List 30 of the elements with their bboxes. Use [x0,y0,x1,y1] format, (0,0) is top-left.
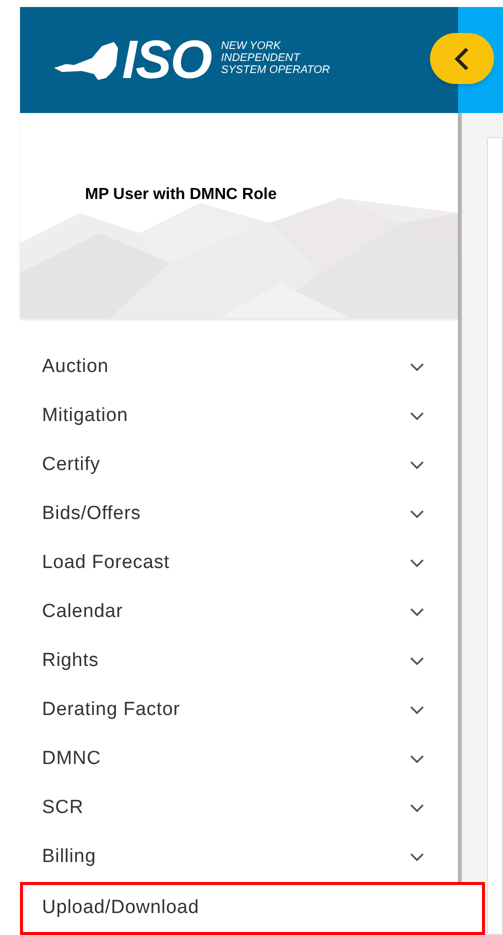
menu-item[interactable]: Bids/Offers [20,490,458,539]
menu-label: Derating Factor [42,698,182,722]
menu-item[interactable]: Calendar [20,588,458,637]
logo-mark: ISO [122,33,211,87]
menu-label: Certify [42,453,102,478]
menu-label: Auction [42,355,110,380]
menu-label: Mitigation [42,404,130,428]
logo-text: SYSTEM OPERATOR [220,64,330,76]
logo-text: NEW YORK [220,40,282,52]
menu-label: Billing [42,845,98,870]
menu-label: DMNC [42,747,102,772]
menu-item[interactable]: Certify [20,441,458,490]
profile-title: MP User with DMNC Role [85,185,277,205]
menu-item[interactable]: DMNC [20,735,458,784]
menu-label: SCR [42,796,85,820]
menu-item[interactable]: Rights [20,637,458,686]
menu-label: Bids/Offers [42,502,142,526]
menu-label: Calendar [42,600,124,624]
logo-text: INDEPENDENT [220,52,302,64]
chevron-left-icon [454,46,470,70]
menu-item[interactable]: Derating Factor [20,686,458,735]
menu-item[interactable]: Load Forecast [20,539,458,588]
menu-item[interactable]: Billing [20,833,458,882]
menu-item[interactable]: SCR [20,784,458,833]
menu-item[interactable]: Auction [20,343,458,392]
menu-item[interactable]: Upload/Download [20,882,485,935]
menu-label: Rights [42,649,100,674]
menu-item[interactable]: Mitigation [20,392,458,441]
menu-label: Upload/Download [42,896,200,920]
menu-label: Load Forecast [42,551,171,576]
